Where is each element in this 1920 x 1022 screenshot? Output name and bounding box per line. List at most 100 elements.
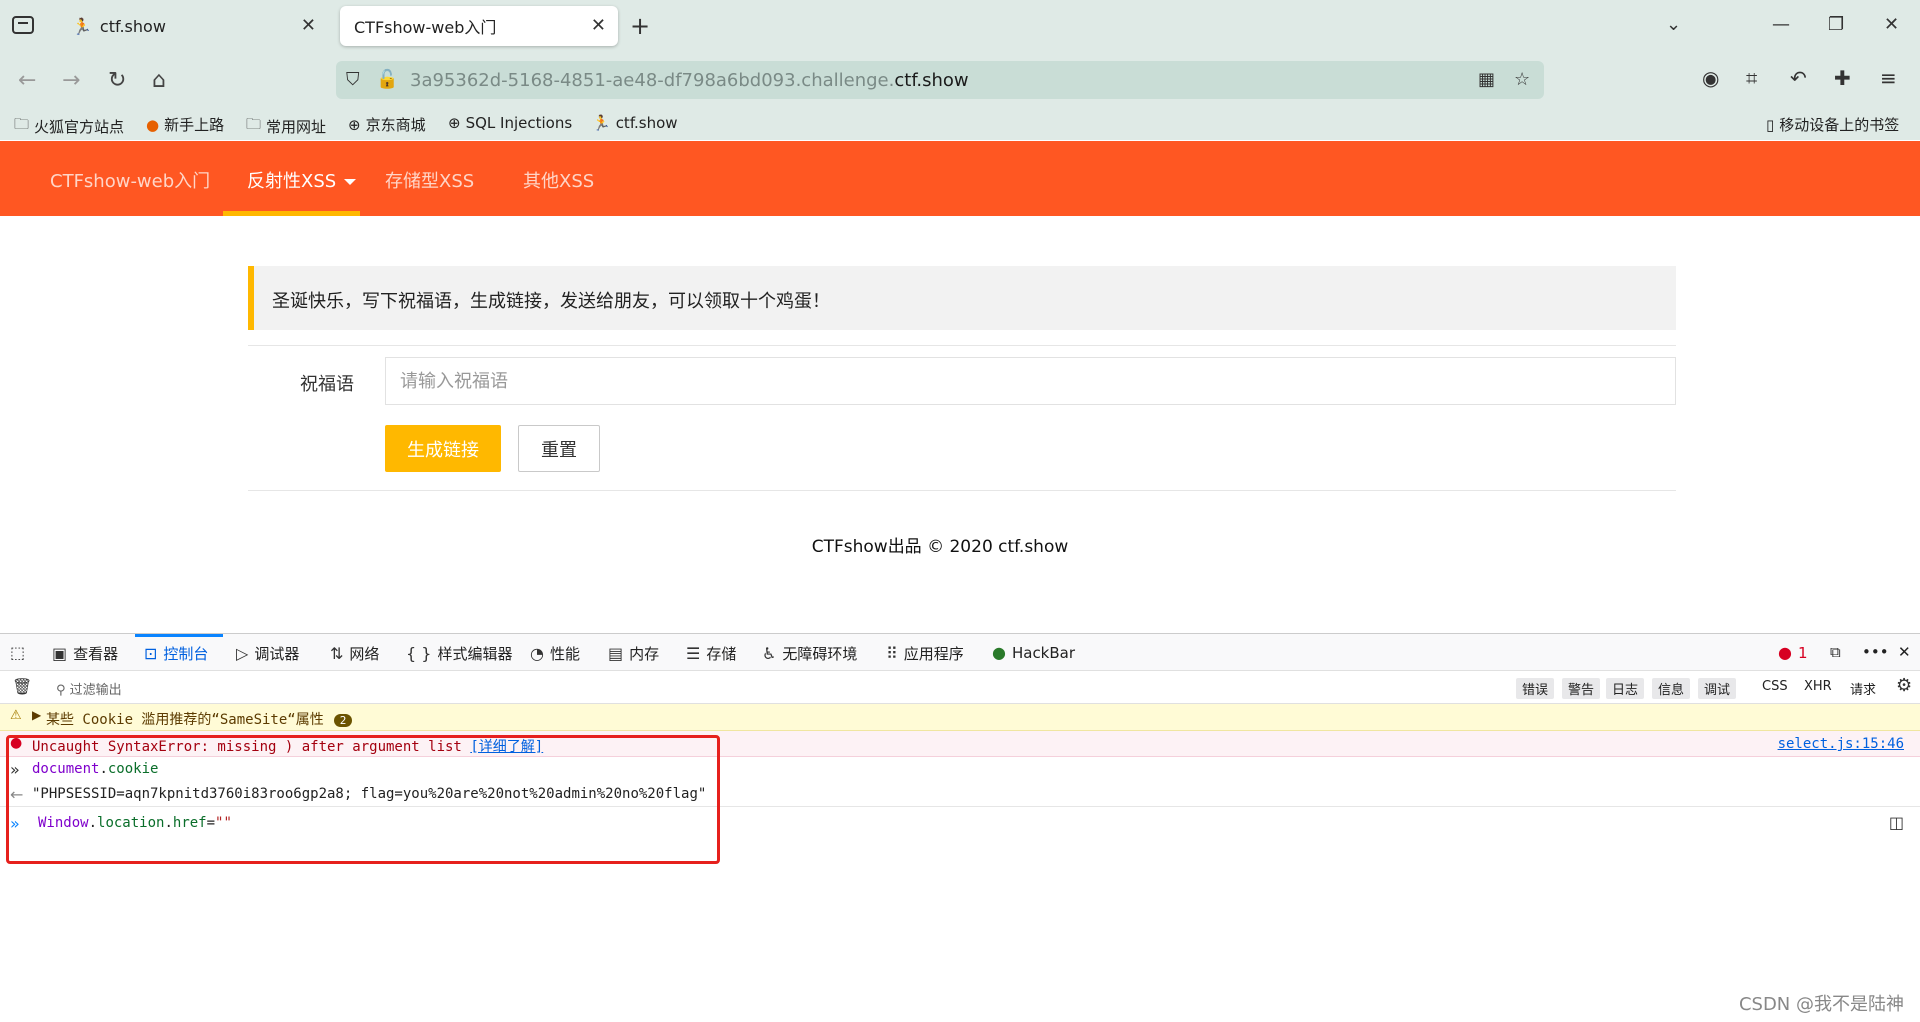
account-icon[interactable]: ◉ [1702,66,1719,90]
tab-network[interactable]: ⇅ 网络 [330,643,379,664]
editor-mode-icon[interactable]: ◫ [1889,813,1904,832]
url-domain: ctf.show [894,70,969,91]
bookmark-item[interactable]: 🗀 常用网址 [246,114,326,139]
crop-icon[interactable]: ⌗ [1746,66,1757,90]
warning-message: 某些 Cookie 滥用推荐的“SameSite“属性 2 [46,709,353,729]
console-warning-row[interactable]: ⚠ ▶ 某些 Cookie 滥用推荐的“SameSite“属性 2 [0,704,1920,731]
menu-icon[interactable]: ≡ [1880,66,1897,90]
tab-style-editor[interactable]: { } 样式编辑器 [406,643,512,664]
tab-overview-icon[interactable] [12,14,34,34]
tab-inspector[interactable]: ▣ 查看器 [52,643,118,664]
dock-icon[interactable]: ⧉ [1830,643,1841,661]
forward-icon[interactable]: → [62,68,80,93]
warning-icon: ⚠ [10,708,22,723]
bookmark-label: ctf.show [615,114,678,132]
filter-xhr-button[interactable]: XHR [1798,678,1838,695]
filter-info-button[interactable]: 信息 [1652,678,1691,699]
gear-icon[interactable]: ⚙ [1896,675,1912,696]
close-icon[interactable]: ✕ [591,15,606,36]
nav-label: 反射性XSS [247,171,337,192]
bookmark-label: 火狐官方站点 [34,118,125,136]
tab-application[interactable]: ⠿ 应用程序 [886,643,964,664]
tab-memory[interactable]: ▤ 内存 [608,643,659,664]
form-label: 祝福语 [300,374,354,395]
tab-console[interactable]: ⊡ 控制台 [144,643,208,664]
home-icon[interactable]: ⌂ [152,68,166,93]
close-icon[interactable]: ✕ [301,15,316,36]
tab-performance[interactable]: ◔ 性能 [530,643,580,664]
window-close-icon[interactable]: ✕ [1884,14,1899,35]
qr-code-icon[interactable]: ▦ [1478,69,1495,90]
bookmark-item[interactable]: 🏃 ctf.show [592,114,678,132]
more-icon[interactable]: ••• [1862,643,1889,661]
new-tab-icon[interactable]: + [630,12,650,40]
filter-logs-button[interactable]: 日志 [1606,678,1645,699]
divider [248,490,1676,491]
tab-label: 调试器 [254,645,300,663]
reset-button[interactable]: 重置 [518,425,600,472]
bookmark-item[interactable]: ⊕ SQL Injections [448,114,572,132]
nav-item-stored-xss[interactable]: 存储型XSS [385,167,474,193]
caret-down-icon [344,179,357,185]
source-link[interactable]: select.js:15:46 [1778,736,1904,752]
debugger-icon: ▷ [236,644,249,663]
tab-accessibility[interactable]: ♿ 无障碍环境 [762,643,857,664]
filter-debug-button[interactable]: 调试 [1698,678,1737,699]
mobile-icon: ▯ [1766,115,1775,134]
address-bar[interactable]: ⛉ 🔓 3a95362d-5168-4851-ae48-df798a6bd093… [336,61,1544,99]
blessing-input[interactable] [385,357,1676,405]
tab-hackbar[interactable]: ● HackBar [992,643,1075,662]
bookmark-item[interactable]: 🗀 火狐官方站点 [14,114,124,139]
nav-item-home[interactable]: CTFshow-web入门 [50,167,210,193]
filter-errors-button[interactable]: 错误 [1516,678,1555,699]
ctfshow-favicon-icon: 🏃 [592,114,611,132]
nav-item-other-xss[interactable]: 其他XSS [523,167,594,193]
braces-icon: { } [406,644,432,663]
tab-label: 查看器 [73,645,119,663]
mobile-bookmarks[interactable]: ▯ 移动设备上的书签 [1766,114,1899,135]
filter-input[interactable]: ⚲ 过滤输出 [56,679,122,698]
bookmark-item[interactable]: ● 新手上路 [146,114,224,135]
tab-label: HackBar [1011,643,1076,662]
gauge-icon: ◔ [530,644,544,663]
active-tab-indicator [135,634,223,637]
insecure-lock-icon[interactable]: 🔓 [376,69,398,90]
tab-ctfshow-web[interactable]: CTFshow-web入门 ✕ [340,6,618,46]
filter-warnings-button[interactable]: 警告 [1562,678,1601,699]
extensions-icon[interactable]: ✚ [1834,66,1851,90]
error-count[interactable]: ● 1 [1778,643,1808,662]
shield-icon[interactable]: ⛉ [346,69,360,90]
chevron-right-icon[interactable]: ▶ [32,708,41,722]
trash-icon[interactable]: 🗑 [12,677,32,696]
tab-label: 性能 [549,645,580,663]
tab-storage[interactable]: ☰ 存储 [686,643,736,664]
bookmark-label: SQL Injections [465,114,573,132]
close-icon[interactable]: ✕ [1898,643,1911,661]
hackbar-icon: ● [992,643,1006,662]
bookmark-label: 新手上路 [164,116,225,134]
filter-css-button[interactable]: CSS [1756,678,1794,695]
active-nav-indicator [223,211,360,216]
firefox-icon: ● [146,115,160,134]
tab-title: CTFshow-web入门 [354,18,497,37]
filter-placeholder: 过滤输出 [69,683,122,698]
page-footer: CTFshow出品 © 2020 ctf.show [811,537,1069,557]
undo-icon[interactable]: ↶ [1790,66,1807,90]
back-icon[interactable]: ← [18,68,36,93]
nav-item-reflected-xss[interactable]: 反射性XSS [247,167,357,193]
bookmark-item[interactable]: ⊕ 京东商城 [348,114,426,135]
minimize-icon[interactable]: — [1772,14,1790,35]
navigation-bar: ← → ↻ ⌂ ⛉ 🔓 3a95362d-5168-4851-ae48-df79… [0,54,1920,108]
url-text[interactable]: 3a95362d-5168-4851-ae48-df798a6bd093.cha… [410,70,969,91]
generate-link-button[interactable]: 生成链接 [385,425,501,472]
chevron-down-icon[interactable]: ⌄ [1666,14,1681,35]
tab-ctfshow[interactable]: 🏃 ctf.show ✕ [58,6,328,46]
star-icon[interactable]: ☆ [1514,69,1530,90]
picker-icon[interactable]: ⬚ [10,643,31,662]
restore-icon[interactable]: ❐ [1828,14,1844,35]
ctfshow-favicon-icon: 🏃 [72,16,92,36]
folder-icon: 🗀 [246,115,262,133]
filter-requests-button[interactable]: 请求 [1844,678,1882,699]
reload-icon[interactable]: ↻ [108,68,126,93]
tab-debugger[interactable]: ▷ 调试器 [236,643,299,664]
